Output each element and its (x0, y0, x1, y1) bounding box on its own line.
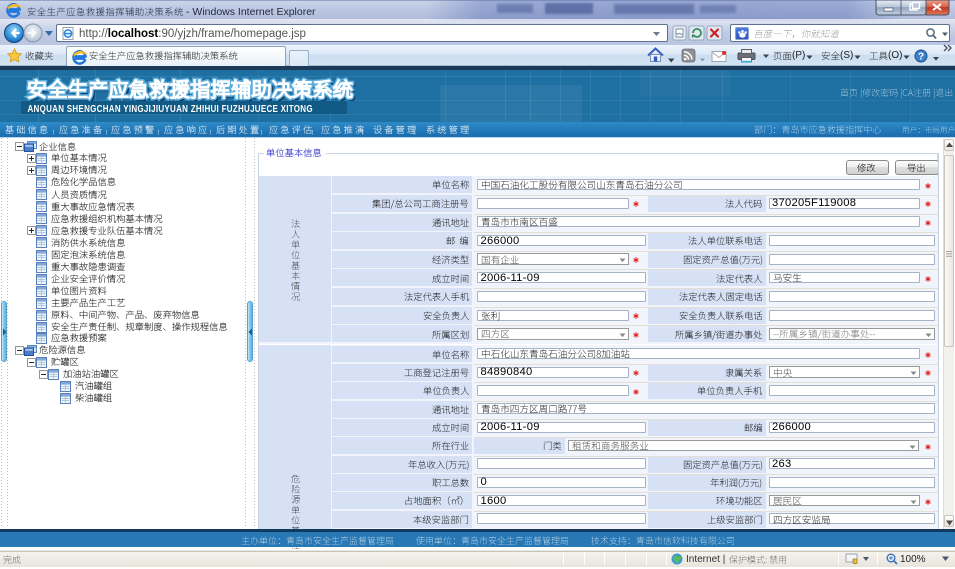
svg-text:?: ? (918, 52, 924, 63)
